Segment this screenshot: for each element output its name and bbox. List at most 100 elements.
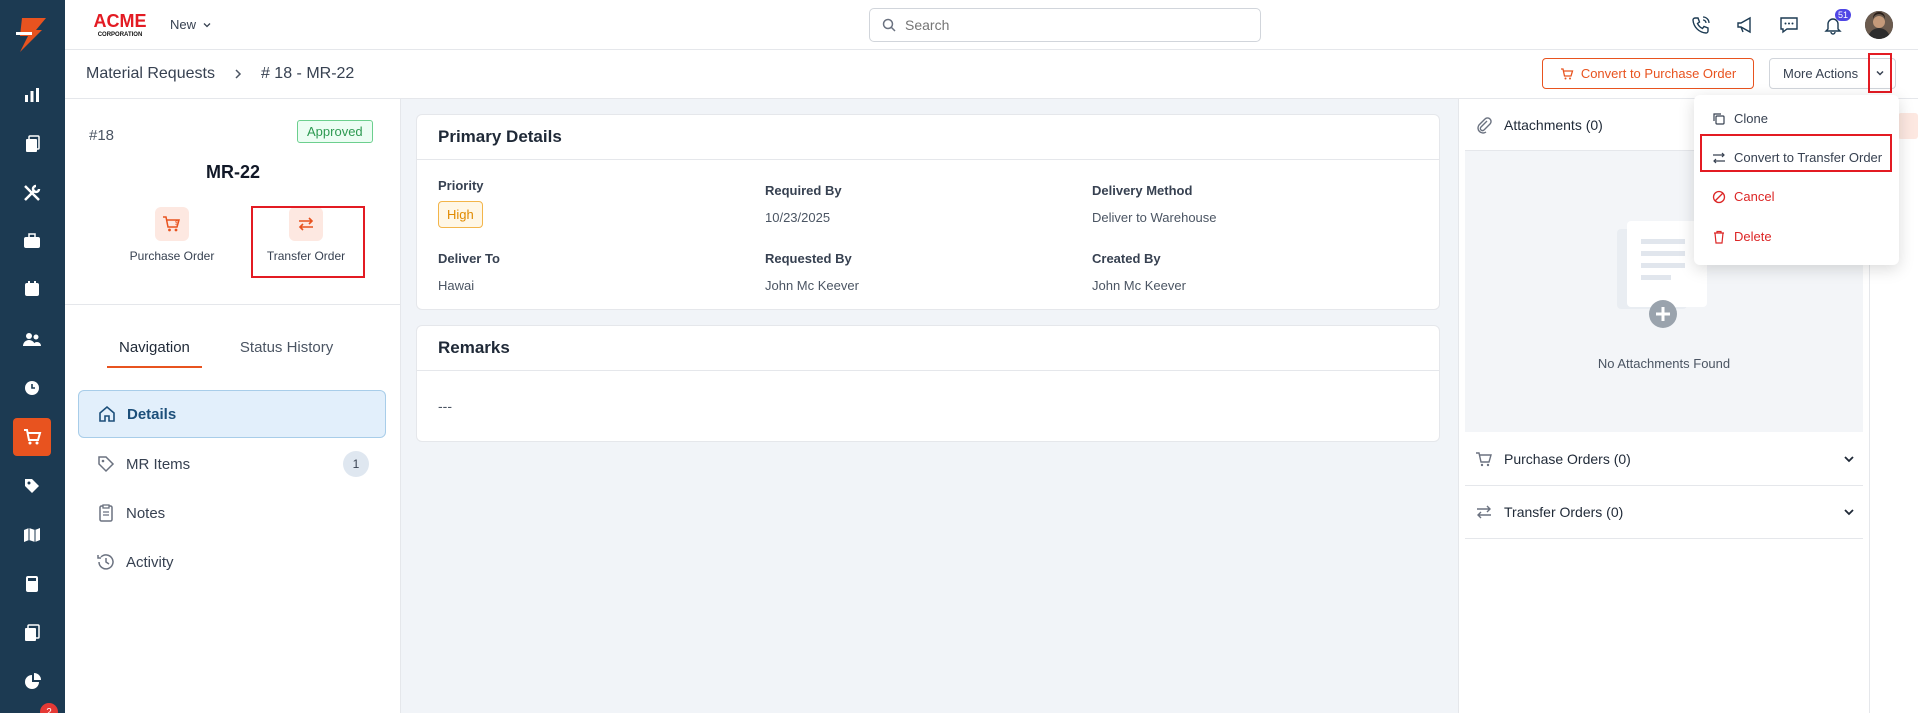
chevron-down-icon [203,22,211,27]
delivery-method-value: Deliver to Warehouse [1092,210,1217,225]
sidebar-notification-badge: 2 [40,703,58,713]
purchase-orders-section[interactable]: Purchase Orders (0) [1465,432,1863,486]
nav-item-mr-items[interactable]: MR Items 1 [78,440,386,488]
top-bar: ACME CORPORATION New 51 [65,0,1918,50]
nav-item-label: Activity [126,553,174,571]
chevron-right-icon [235,69,242,79]
quick-po-label: Purchase Order [129,249,215,263]
megaphone-icon[interactable] [1733,13,1757,37]
sidebar-piechart-icon[interactable] [13,663,51,701]
nav-item-label: Notes [126,504,166,522]
menu-item-clone[interactable]: Clone [1712,111,1768,126]
field-delivery-method: Delivery Method Deliver to Warehouse [1092,183,1217,225]
priority-badge: High [438,201,483,228]
breadcrumb: Material Requests # 18 - MR-22 [86,65,354,83]
chevron-down-icon [1844,509,1854,516]
more-actions-caret-button[interactable] [1868,53,1892,93]
chevron-down-icon [1876,70,1884,76]
tab-status-history[interactable]: Status History [240,339,333,368]
priority-label: Priority [438,178,484,193]
side-utility-icon[interactable] [1898,113,1918,139]
app-logo-icon[interactable] [12,14,52,54]
top-icons: 51 [1689,9,1893,39]
highlight-box-convert-to-transfer-order [1700,134,1892,172]
tag-icon [98,456,115,473]
sidebar-users-icon[interactable] [13,320,51,358]
chat-icon[interactable] [1777,13,1801,37]
field-requested-by: Requested By John Mc Keever [765,251,859,293]
required-by-label: Required By [765,183,842,198]
deliver-to-label: Deliver To [438,251,500,266]
status-badge: Approved [297,120,373,143]
app-sidebar: 2 [0,0,65,713]
sidebar-dashboard-icon[interactable] [13,76,51,114]
more-actions-label: More Actions [1783,66,1859,81]
nav-item-activity[interactable]: Activity [78,538,386,586]
sidebar-files-icon[interactable] [13,614,51,652]
attachments-label: Attachments (0) [1504,116,1603,133]
user-avatar[interactable] [1865,11,1893,39]
acme-logo[interactable]: ACME CORPORATION [87,10,153,38]
nav-tabs: Navigation Status History [107,339,333,368]
sidebar-briefcase-icon[interactable] [13,222,51,260]
cart-dollar-icon [1560,67,1574,79]
attachments-empty-message: No Attachments Found [1597,356,1731,371]
convert-to-purchase-order-button[interactable]: Convert to Purchase Order [1542,58,1754,89]
nav-item-notes[interactable]: Notes [78,489,386,537]
paperclip-icon [1477,116,1492,134]
menu-item-cancel[interactable]: Cancel [1712,189,1774,204]
breadcrumb-parent-link[interactable]: Material Requests [86,65,215,83]
transfer-orders-label: Transfer Orders (0) [1504,504,1624,520]
history-icon [97,554,114,570]
cart-dollar-icon [1476,451,1492,466]
sidebar-tag-icon[interactable] [13,467,51,505]
menu-item-delete[interactable]: Delete [1712,229,1772,244]
request-summary-panel: #18 Approved MR-22 $ Purchase Order Tran… [65,99,401,713]
sidebar-tools-icon[interactable] [13,174,51,212]
requested-by-label: Requested By [765,251,852,266]
search-box[interactable] [869,8,1261,42]
purchase-orders-label: Purchase Orders (0) [1504,450,1631,467]
bell-icon[interactable]: 51 [1821,9,1851,37]
primary-details-card: Primary Details Priority High Required B… [416,114,1440,310]
cancel-label: Cancel [1734,189,1775,204]
sidebar-cart-icon[interactable] [13,418,51,456]
divider [65,304,401,305]
requested-by-value: John Mc Keever [765,278,859,293]
tab-navigation[interactable]: Navigation [107,339,202,368]
quick-action-purchase-order[interactable]: $ Purchase Order [117,207,227,263]
svg-text:ACME: ACME [94,11,147,31]
required-by-value: 10/23/2025 [765,210,831,225]
convert-po-label: Convert to Purchase Order [1580,66,1737,81]
sidebar-calendar-icon[interactable] [13,270,51,308]
sidebar-clock-icon[interactable] [13,369,51,407]
cart-dollar-icon: $ [155,207,189,241]
copy-icon [1713,112,1725,125]
cancel-icon [1712,190,1726,203]
nav-item-label: Details [127,405,177,423]
sidebar-calculator-icon[interactable] [13,565,51,603]
sidebar-map-icon[interactable] [13,516,51,554]
trash-icon [1714,230,1724,244]
nav-item-details[interactable]: Details [78,390,386,438]
more-actions-menu: Clone Convert to Transfer Order Cancel D… [1694,95,1899,265]
new-menu-button[interactable]: New [170,17,212,32]
deliver-to-value: Hawai [438,278,475,293]
nav-item-label: MR Items [126,455,191,473]
remarks-title: Remarks [417,326,1439,371]
primary-details-title: Primary Details [417,115,1439,160]
breadcrumb-bar: Material Requests # 18 - MR-22 Convert t… [65,50,1918,99]
breadcrumb-current: # 18 - MR-22 [260,65,355,82]
svg-text:CORPORATION: CORPORATION [98,32,143,38]
sidebar-documents-icon[interactable] [13,125,51,163]
search-input[interactable] [905,17,1235,33]
transfer-orders-section[interactable]: Transfer Orders (0) [1465,486,1863,539]
highlight-box-transfer-order [251,206,365,278]
field-deliver-to: Deliver To Hawai [438,251,500,293]
home-icon [99,405,115,422]
transfer-arrows-icon [1477,505,1491,519]
phone-icon[interactable] [1689,13,1713,37]
clipboard-icon [99,504,113,522]
request-number: #18 [89,127,115,144]
clone-label: Clone [1734,111,1768,126]
